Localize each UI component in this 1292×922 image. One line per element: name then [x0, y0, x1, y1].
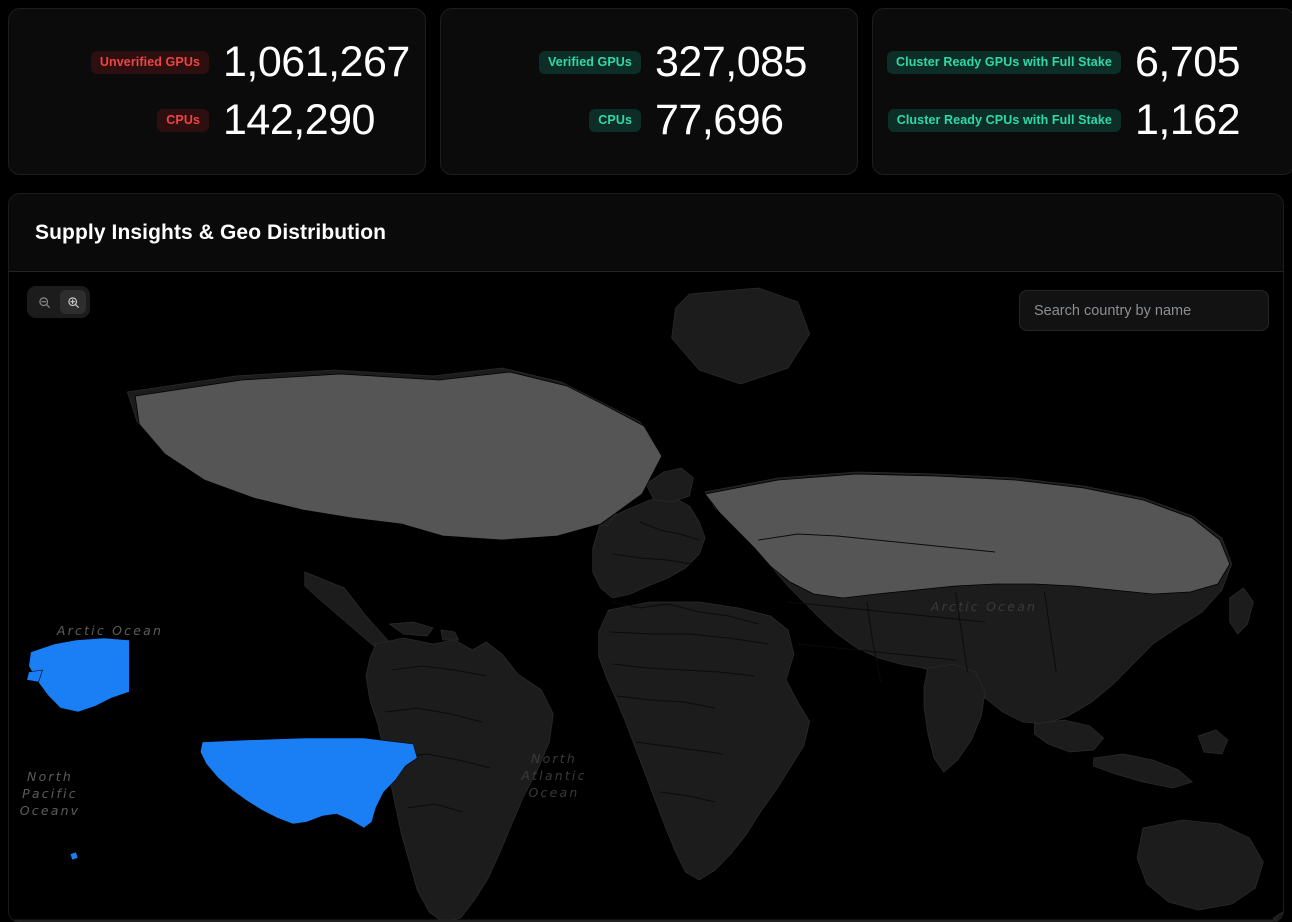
supply-insights-panel: Supply Insights & Geo Distribution Searc…: [8, 193, 1284, 922]
geo-map[interactable]: Arctic Ocean Arctic Ocean NorthPacificOc…: [9, 272, 1283, 922]
stat-row: CPUs 77,696: [455, 92, 843, 150]
stats-row: Unverified GPUs 1,061,267 CPUs 142,290 V…: [0, 0, 1292, 175]
stat-card-cluster-ready-supply: Cluster Ready GPUs with Full Stake 6,705…: [872, 8, 1292, 175]
badge-unverified-gpus: Unverified GPUs: [90, 51, 209, 74]
stat-row: Cluster Ready GPUs with Full Stake 6,705: [887, 34, 1280, 92]
page-title: Supply Insights & Geo Distribution: [35, 220, 387, 244]
badge-cluster-ready-gpus: Cluster Ready GPUs with Full Stake: [887, 51, 1121, 74]
zoom-in-icon[interactable]: [60, 290, 86, 314]
value-verified-gpus: 327,085: [655, 38, 807, 86]
badge-cluster-ready-cpus: Cluster Ready CPUs with Full Stake: [887, 109, 1121, 132]
world-map-svg[interactable]: [9, 272, 1283, 922]
value-unverified-cpus: 142,290: [223, 96, 375, 144]
stat-row: Verified GPUs 327,085: [455, 34, 843, 92]
badge-verified-cpus: CPUs: [589, 109, 641, 132]
value-cluster-ready-gpus: 6,705: [1134, 38, 1241, 86]
dashboard-page: Unverified GPUs 1,061,267 CPUs 142,290 V…: [0, 0, 1292, 922]
badge-unverified-cpus: CPUs: [157, 109, 209, 132]
search-input[interactable]: [1019, 290, 1269, 331]
stat-card-unverified-supply: Unverified GPUs 1,061,267 CPUs 142,290: [8, 8, 426, 175]
value-unverified-gpus: 1,061,267: [223, 38, 410, 86]
value-cluster-ready-cpus: 1,162: [1134, 96, 1241, 144]
zoom-out-icon[interactable]: [31, 290, 57, 314]
badge-verified-gpus: Verified GPUs: [539, 51, 641, 74]
stat-row: Unverified GPUs 1,061,267: [23, 34, 411, 92]
stat-row: Cluster Ready CPUs with Full Stake 1,162: [887, 92, 1280, 150]
stat-row: CPUs 142,290: [23, 92, 411, 150]
stat-card-verified-supply: Verified GPUs 327,085 CPUs 77,696: [440, 8, 858, 175]
value-verified-cpus: 77,696: [655, 96, 784, 144]
zoom-controls: [27, 286, 90, 318]
panel-header: Supply Insights & Geo Distribution: [9, 194, 1283, 272]
